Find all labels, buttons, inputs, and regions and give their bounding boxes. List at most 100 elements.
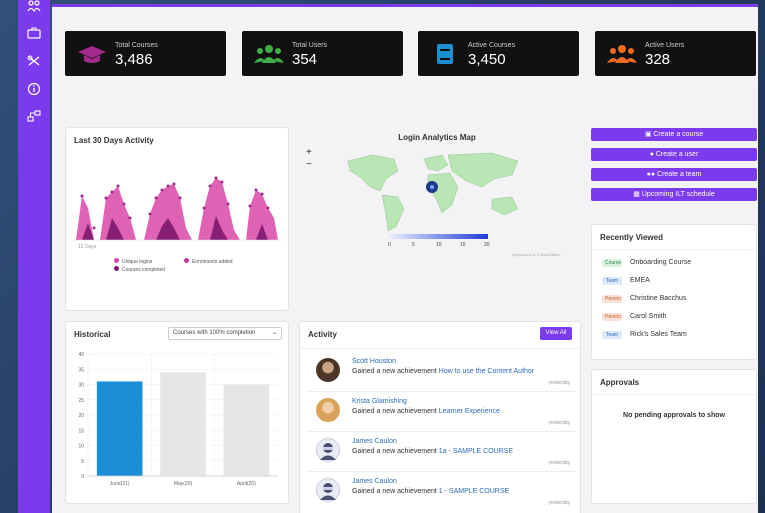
card-title: Recently Viewed <box>600 233 663 242</box>
stat-active-users[interactable]: Active Users 328 <box>595 31 756 76</box>
avatar <box>316 478 340 502</box>
card-title: Approvals <box>600 378 640 387</box>
tag-badge: Team <box>602 331 622 339</box>
stat-total-users[interactable]: Total Users 354 <box>242 31 403 76</box>
tag-badge: Person <box>602 295 622 303</box>
recent-item[interactable]: Person Christine Bacchus <box>602 295 686 307</box>
book-icon <box>437 44 453 64</box>
activity-item[interactable]: James Caulon Gained a new achievement 1a… <box>308 434 576 472</box>
zoom-out-button[interactable]: − <box>306 159 312 170</box>
activity-area-chart[interactable] <box>74 168 282 243</box>
activity-item[interactable]: James Caulon Gained a new achievement 1 … <box>308 474 576 512</box>
graduation-cap-icon <box>78 46 106 63</box>
achievement-link[interactable]: How to use the Content Author <box>439 368 534 375</box>
y-tick-label: 20 <box>78 413 84 419</box>
achievement-link[interactable]: Learner Experience <box>439 408 500 415</box>
stat-value: 354 <box>292 51 318 68</box>
view-all-button[interactable]: View All <box>540 327 572 340</box>
legend-unique-logins[interactable]: Unique logins <box>114 258 152 265</box>
stat-value: 3,450 <box>468 51 506 68</box>
info-icon[interactable] <box>24 82 44 98</box>
stat-label: Active Courses <box>468 42 516 49</box>
hierarchy-icon[interactable] <box>24 110 44 126</box>
recent-item[interactable]: Team EMEA <box>602 277 650 289</box>
map-title: Login Analytics Map <box>398 133 476 142</box>
button-label: Create a course <box>653 131 704 138</box>
activity-feed-card: Activity View All Scott Houston Gained a… <box>299 321 581 513</box>
approvals-card: Approvals No pending approvals to show <box>591 369 757 504</box>
card-title: Activity <box>308 330 337 339</box>
avatar <box>316 438 340 462</box>
button-label: Create a user <box>655 151 699 158</box>
timestamp: yesterday <box>548 420 570 426</box>
stat-label: Total Users <box>292 42 328 49</box>
x-tick-label: May(20) <box>174 481 193 487</box>
recent-item-name: Carol Smith <box>630 313 667 320</box>
select-value: Courses with 100% completion <box>173 330 256 336</box>
activity-text: Gained a new achievement <box>352 488 437 495</box>
tag-badge: Course <box>602 259 622 267</box>
x-tick-label: June(21) <box>110 481 130 487</box>
y-tick-label: 15 <box>78 428 84 434</box>
recently-viewed-card: Recently Viewed Course Onboarding Course … <box>591 224 757 360</box>
user-name-link[interactable]: Krista Glamishing <box>352 398 407 405</box>
world-map[interactable] <box>342 147 532 235</box>
button-label: Create a team <box>657 171 702 178</box>
chevron-down-icon: ⌄ <box>271 330 277 336</box>
stat-value: 328 <box>645 51 671 68</box>
stat-active-courses[interactable]: Active Courses 3,450 <box>418 31 579 76</box>
legend-label: Unique logins <box>122 259 153 265</box>
y-tick-label: 35 <box>78 367 84 373</box>
legend-label: Courses completed <box>122 267 166 273</box>
bar[interactable] <box>96 381 143 476</box>
map-color-scale <box>388 234 488 239</box>
briefcase-icon[interactable] <box>24 27 44 43</box>
scale-label: 0 <box>388 242 391 248</box>
activity-item[interactable]: Krista Glamishing Gained a new achieveme… <box>308 394 576 432</box>
tools-icon[interactable] <box>24 55 44 71</box>
button-label: Upcoming ILT schedule <box>641 191 715 198</box>
historical-card: Historical Courses with 100% completion … <box>65 321 289 504</box>
historical-bar-chart[interactable]: 0 5 10 15 20 25 30 35 40 June(21) May(20) April(20) <box>66 346 290 501</box>
scale-label: 10 <box>436 242 442 248</box>
timestamp: yesterday <box>548 380 570 386</box>
recent-item[interactable]: Course Onboarding Course <box>602 259 691 271</box>
recent-item[interactable]: Team Rick's Sales Team <box>602 331 687 343</box>
achievement-link[interactable]: 1 - SAMPLE COURSE <box>439 488 509 495</box>
people-icon[interactable] <box>24 0 44 16</box>
legend-enrolments-added[interactable]: Enrolments added <box>184 258 233 265</box>
timestamp: yesterday <box>548 500 570 506</box>
stat-label: Active Users <box>645 42 685 49</box>
scale-label: 15 <box>460 242 466 248</box>
stat-total-courses[interactable]: Total Courses 3,486 <box>65 31 226 76</box>
card-title: Historical <box>74 330 111 339</box>
calendar-icon: ▦ <box>633 191 642 198</box>
create-team-button[interactable]: ●● Create a team <box>591 168 757 181</box>
activity-item[interactable]: Scott Houston Gained a new achievement H… <box>308 354 576 392</box>
achievement-link[interactable]: 1a - SAMPLE COURSE <box>439 448 513 455</box>
user-name-link[interactable]: Scott Houston <box>352 358 396 365</box>
recent-item[interactable]: Person Carol Smith <box>602 313 667 325</box>
y-tick-label: 10 <box>78 444 84 450</box>
sidebar <box>18 0 50 513</box>
recent-item-name: Onboarding Course <box>630 259 692 266</box>
create-user-button[interactable]: ● Create a user <box>591 148 757 161</box>
y-tick-label: 25 <box>78 398 84 404</box>
y-tick-label: 0 <box>81 474 84 480</box>
bar[interactable] <box>160 372 206 476</box>
x-tick-label: April(20) <box>237 481 256 487</box>
team-icon: ●● <box>646 171 658 178</box>
create-course-button[interactable]: ▣ Create a course <box>591 128 757 141</box>
tag-badge: Person <box>602 313 622 321</box>
avatar <box>316 398 340 422</box>
upcoming-ilt-schedule-button[interactable]: ▦ Upcoming ILT schedule <box>591 188 757 201</box>
user-name-link[interactable]: James Caulon <box>352 478 397 485</box>
completion-filter-select[interactable]: Courses with 100% completion ⌄ <box>168 327 282 340</box>
zoom-in-button[interactable]: + <box>306 147 312 158</box>
bar[interactable] <box>223 384 270 477</box>
user-name-link[interactable]: James Caulon <box>352 438 397 445</box>
y-tick-label: 30 <box>78 383 84 389</box>
card-title: Last 30 Days Activity <box>74 136 154 145</box>
recent-item-name: EMEA <box>630 277 650 284</box>
legend-courses-completed[interactable]: Courses completed <box>114 266 165 273</box>
